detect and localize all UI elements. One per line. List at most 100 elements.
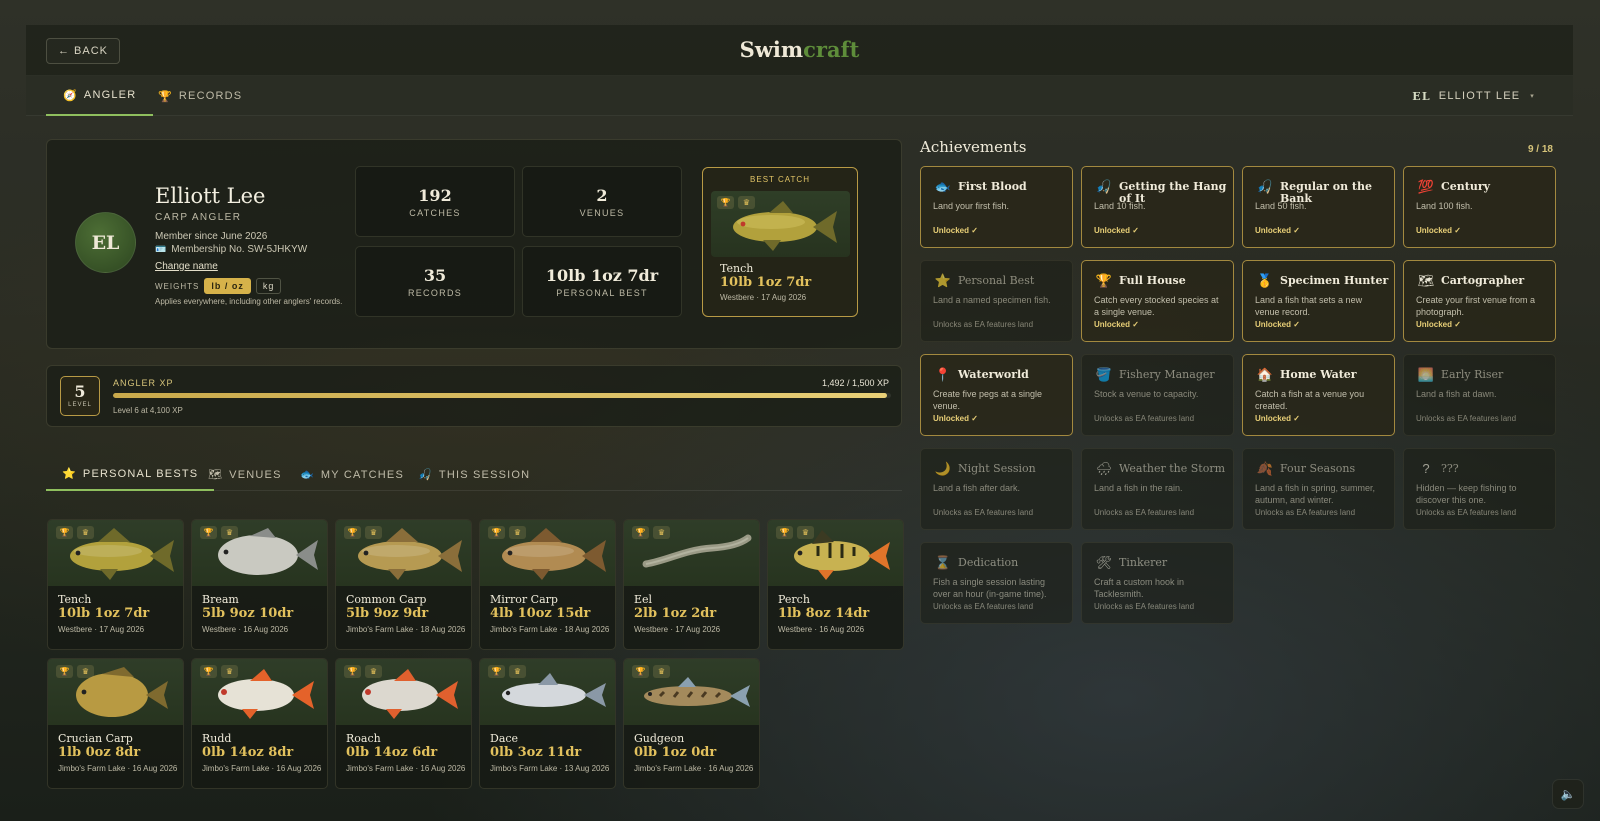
- crown-icon: ♛: [653, 665, 670, 678]
- achievement-card[interactable]: 🌅 Early Riser Land a fish at dawn. Unloc…: [1403, 354, 1556, 436]
- achievement-card[interactable]: 🌧 Weather the Storm Land a fish in the r…: [1081, 448, 1234, 530]
- star-icon: ⭐: [62, 468, 77, 480]
- stat-value: 10lb 1oz 7dr: [545, 265, 659, 285]
- achievement-desc: Catch every stocked species at a single …: [1094, 295, 1219, 317]
- achievement-desc: Create your first venue from a photograp…: [1416, 295, 1536, 317]
- fish-name: Perch: [778, 593, 810, 606]
- achievement-desc: Create five pegs at a single venue.: [933, 389, 1043, 411]
- fish-card[interactable]: 🏆 ♛ Common Carp 5lb 9oz 9dr Jimbo's Farm…: [335, 519, 472, 650]
- achievement-card[interactable]: 🗺 Cartographer Create your first venue f…: [1403, 260, 1556, 342]
- fish-card[interactable]: 🏆 ♛ Gudgeon 0lb 1oz 0dr Jimbo's Farm Lak…: [623, 658, 760, 789]
- achievement-card[interactable]: 🥇 Specimen Hunter Land a fish that sets …: [1242, 260, 1395, 342]
- stat-catches: 192 CATCHES: [355, 166, 515, 237]
- fish-name: Crucian Carp: [58, 732, 133, 745]
- weight-unit-kg[interactable]: kg: [255, 278, 282, 294]
- app-logo: Swimcraft: [739, 37, 860, 62]
- change-name-link[interactable]: Change name: [155, 261, 218, 272]
- achievement-card[interactable]: 💯 Century Land 100 fish. Unlocked ✓: [1403, 166, 1556, 248]
- trophy-icon: 🏆: [56, 526, 73, 539]
- achievement-icon: 🥇: [1256, 273, 1274, 288]
- achievement-status: Unlocks as EA features land: [933, 508, 1034, 517]
- fish-card[interactable]: 🏆 ♛ Perch 1lb 8oz 14dr Westbere · 16 Aug…: [767, 519, 904, 650]
- achievement-card[interactable]: 🪣 Fishery Manager Stock a venue to capac…: [1081, 354, 1234, 436]
- fish-meta: Jimbo's Farm Lake · 18 Aug 2026: [346, 625, 466, 634]
- achievement-card[interactable]: 🏠 Home Water Catch a fish at a venue you…: [1242, 354, 1395, 436]
- achievement-card[interactable]: 🐟 First Blood Land your first fish. Unlo…: [920, 166, 1073, 248]
- achievement-desc: Fish a single session lasting over an ho…: [933, 577, 1047, 599]
- fish-weight: 0lb 14oz 6dr: [346, 745, 438, 760]
- tab-label: ANGLER: [83, 89, 137, 101]
- achievement-icon: ⌛: [934, 555, 952, 570]
- achievement-title: Tinkerer: [1119, 556, 1168, 569]
- achievement-icon: 🛠: [1095, 555, 1113, 570]
- tab-venues[interactable]: 🗺 VENUES: [192, 458, 298, 491]
- level-label: LEVEL: [68, 402, 92, 408]
- trophy-icon: 🏆: [488, 526, 505, 539]
- section-tabs: ⭐ PERSONAL BESTS 🗺 VENUES 🐟 MY CATCHES 🎣…: [46, 458, 902, 491]
- achievement-card[interactable]: ⌛ Dedication Fish a single session lasti…: [920, 542, 1073, 624]
- tab-personal-bests[interactable]: ⭐ PERSONAL BESTS: [46, 458, 215, 491]
- crown-icon: ♛: [221, 665, 238, 678]
- id-card-icon: 🪪: [155, 244, 167, 254]
- trophy-icon: 🏆: [776, 526, 793, 539]
- fish-card[interactable]: 🏆 ♛ Roach 0lb 14oz 6dr Jimbo's Farm Lake…: [335, 658, 472, 789]
- achievement-icon: 🌧: [1095, 461, 1113, 476]
- best-catch-card[interactable]: BEST CATCH 🏆 ♛ Tench 10lb 1oz 7dr Westbe…: [702, 167, 858, 317]
- achievement-desc: Land a named specimen fish.: [933, 295, 1051, 305]
- achievement-card[interactable]: 🏆 Full House Catch every stocked species…: [1081, 260, 1234, 342]
- achievement-card[interactable]: 📍 Waterworld Create five pegs at a singl…: [920, 354, 1073, 436]
- xp-value: 1,492 / 1,500 XP: [821, 378, 889, 388]
- nav-bar: 🧭 ANGLER 🏆 RECORDS EL ELLIOTT LEE ▾: [26, 76, 1573, 116]
- achievement-status: Unlocked ✓: [1255, 320, 1300, 329]
- fish-card[interactable]: 🏆 ♛ Dace 0lb 3oz 11dr Jimbo's Farm Lake …: [479, 658, 616, 789]
- achievement-card[interactable]: ⭐ Personal Best Land a named specimen fi…: [920, 260, 1073, 342]
- achievement-title: Early Riser: [1441, 368, 1504, 381]
- chevron-down-icon: ▾: [1530, 93, 1535, 100]
- fish-card[interactable]: 🏆 ♛ Tench 10lb 1oz 7dr Westbere · 17 Aug…: [47, 519, 184, 650]
- achievement-icon: 🪣: [1095, 367, 1113, 382]
- crown-icon: ♛: [77, 526, 94, 539]
- compass-icon: 🧭: [63, 89, 78, 102]
- xp-progress-fill: [113, 393, 888, 398]
- tab-my-catches[interactable]: 🐟 MY CATCHES: [284, 458, 420, 491]
- tab-records[interactable]: 🏆 RECORDS: [141, 76, 259, 116]
- best-catch-header: BEST CATCH: [750, 175, 810, 184]
- user-menu[interactable]: EL ELLIOTT LEE ▾: [1412, 76, 1535, 116]
- achievement-card[interactable]: 🎣 Regular on the Bank Land 50 fish. Unlo…: [1242, 166, 1395, 248]
- achievement-title: Home Water: [1280, 368, 1357, 381]
- achievement-card[interactable]: 🌙 Night Session Land a fish after dark. …: [920, 448, 1073, 530]
- crown-icon: ♛: [77, 665, 94, 678]
- stat-personal-best: 10lb 1oz 7dr PERSONAL BEST: [522, 246, 682, 317]
- fish-card[interactable]: 🏆 ♛ Mirror Carp 4lb 10oz 15dr Jimbo's Fa…: [479, 519, 616, 650]
- fish-weight: 4lb 10oz 15dr: [490, 606, 591, 621]
- tab-angler[interactable]: 🧭 ANGLER: [46, 76, 154, 116]
- achievement-status: Unlocked ✓: [933, 414, 978, 423]
- achievement-icon: 🎣: [1095, 179, 1113, 194]
- achievement-card[interactable]: 🍂 Four Seasons Land a fish in spring, su…: [1242, 448, 1395, 530]
- achievement-title: Dedication: [958, 556, 1019, 569]
- achievement-desc: Hidden — keep fishing to discover this o…: [1416, 483, 1517, 505]
- achievement-card[interactable]: 🎣 Getting the Hang of It Land 10 fish. U…: [1081, 166, 1234, 248]
- achievement-card[interactable]: ? ??? Hidden — keep fishing to discover …: [1403, 448, 1556, 530]
- tab-label: MY CATCHES: [320, 468, 405, 481]
- achievement-status: Unlocked ✓: [1094, 320, 1139, 329]
- crown-icon: ♛: [365, 665, 382, 678]
- crown-icon: ♛: [797, 526, 814, 539]
- fish-card[interactable]: 🏆 ♛ Crucian Carp 1lb 0oz 8dr Jimbo's Far…: [47, 658, 184, 789]
- fish-weight: 0lb 3oz 11dr: [490, 745, 582, 760]
- sound-toggle-button[interactable]: 🔈: [1552, 779, 1584, 809]
- achievement-status: Unlocks as EA features land: [1416, 414, 1517, 423]
- speaker-icon: 🔈: [1560, 787, 1576, 801]
- fish-card[interactable]: 🏆 ♛ Eel 2lb 1oz 2dr Westbere · 17 Aug 20…: [623, 519, 760, 650]
- achievement-title: Four Seasons: [1280, 462, 1356, 475]
- fish-card[interactable]: 🏆 ♛ Bream 5lb 9oz 10dr Westbere · 16 Aug…: [191, 519, 328, 650]
- achievement-card[interactable]: 🛠 Tinkerer Craft a custom hook in Tackle…: [1081, 542, 1234, 624]
- fish-name: Tench: [58, 593, 92, 606]
- fish-card[interactable]: 🏆 ♛ Rudd 0lb 14oz 8dr Jimbo's Farm Lake …: [191, 658, 328, 789]
- achievements-count: 9 / 18: [1527, 144, 1553, 155]
- weight-unit-lboz[interactable]: lb / oz: [204, 278, 251, 294]
- trophy-icon: 🏆: [200, 526, 217, 539]
- tab-this-session[interactable]: 🎣 THIS SESSION: [402, 458, 546, 491]
- achievement-desc: Land 50 fish.: [1255, 201, 1307, 211]
- trophy-icon: 🏆: [717, 196, 734, 209]
